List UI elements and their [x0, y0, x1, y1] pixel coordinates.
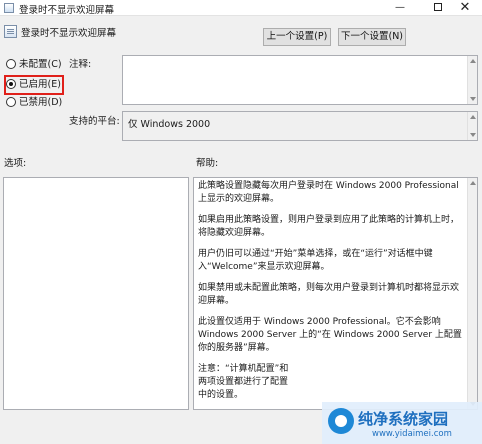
help-line: 中的设置。 [198, 390, 244, 400]
scroll-up-icon[interactable] [470, 59, 476, 63]
close-button[interactable]: ✕ [446, 0, 482, 16]
platform-value: 仅 Windows 2000 [128, 119, 211, 130]
help-panel: 此策略设置隐藏每次用户登录时在 Windows 2000 Professiona… [193, 177, 478, 410]
radio-circle[interactable] [6, 96, 16, 107]
scroll-down-icon[interactable] [470, 133, 476, 137]
minimize-button[interactable]: — [381, 0, 419, 16]
help-scrollbar[interactable] [467, 178, 477, 409]
options-panel [3, 177, 189, 410]
comment-textarea[interactable] [122, 55, 478, 105]
radio-disabled[interactable]: 已禁用(D) [6, 96, 62, 110]
setting-title: 登录时不显示欢迎屏幕 [21, 28, 117, 39]
options-label: 选项: [4, 158, 27, 169]
watermark-logo-icon [328, 408, 354, 434]
radio-not-configured[interactable]: 未配置(C) [6, 58, 62, 72]
scroll-up-icon[interactable] [470, 181, 476, 185]
help-paragraph: 如果启用此策略设置，则用户登录到应用了此策略的计算机上时，将隐藏欢迎屏幕。 [198, 215, 460, 238]
help-paragraph: 此设置仅适用于 Windows 2000 Professional。它不会影响 … [198, 317, 462, 353]
help-paragraph: 如果禁用或未配置此策略，则每次用户登录到计算机时都将显示欢迎屏幕。 [198, 283, 460, 306]
platform-field: 仅 Windows 2000 [122, 111, 478, 141]
help-paragraph: 用户仍旧可以通过“开始”菜单选择，或在“运行”对话框中键入“Welcome”来显… [198, 249, 433, 272]
help-text: 此策略设置隐藏每次用户登录时在 Windows 2000 Professiona… [198, 180, 466, 402]
scroll-up-icon[interactable] [470, 115, 476, 119]
radio-circle[interactable] [6, 58, 16, 69]
radio-label-disabled: 已禁用(D) [19, 97, 63, 108]
comment-label: 注释: [69, 59, 92, 70]
policy-setting-icon [4, 25, 17, 38]
scroll-down-icon[interactable] [470, 97, 476, 101]
enabled-highlight-box [4, 75, 64, 95]
setting-header: 登录时不显示欢迎屏幕 [0, 16, 482, 52]
watermark-url: www.yidaimei.com [372, 429, 452, 439]
watermark: 纯净系统家园 www.yidaimei.com [322, 402, 482, 444]
maximize-icon [434, 2, 442, 11]
help-line: 两项设置都进行了配置 [198, 377, 289, 387]
next-setting-button[interactable]: 下一个设置(N) [338, 28, 406, 46]
platform-scrollbar[interactable] [467, 112, 477, 140]
window-title: 登录时不显示欢迎屏幕 [19, 5, 115, 16]
help-label: 帮助: [196, 158, 219, 169]
help-paragraph: 此策略设置隐藏每次用户登录时在 Windows 2000 Professiona… [198, 181, 459, 204]
watermark-title: 纯净系统家园 [358, 410, 449, 428]
policy-app-icon [4, 3, 14, 13]
platform-label: 支持的平台: [69, 116, 120, 127]
previous-setting-button[interactable]: 上一个设置(P) [263, 28, 331, 46]
comment-scrollbar[interactable] [467, 56, 477, 104]
radio-label-not-configured: 未配置(C) [19, 59, 62, 70]
title-bar: 登录时不显示欢迎屏幕 — ✕ [0, 0, 482, 16]
help-line: 注意：“计算机配置”和 [198, 364, 289, 374]
